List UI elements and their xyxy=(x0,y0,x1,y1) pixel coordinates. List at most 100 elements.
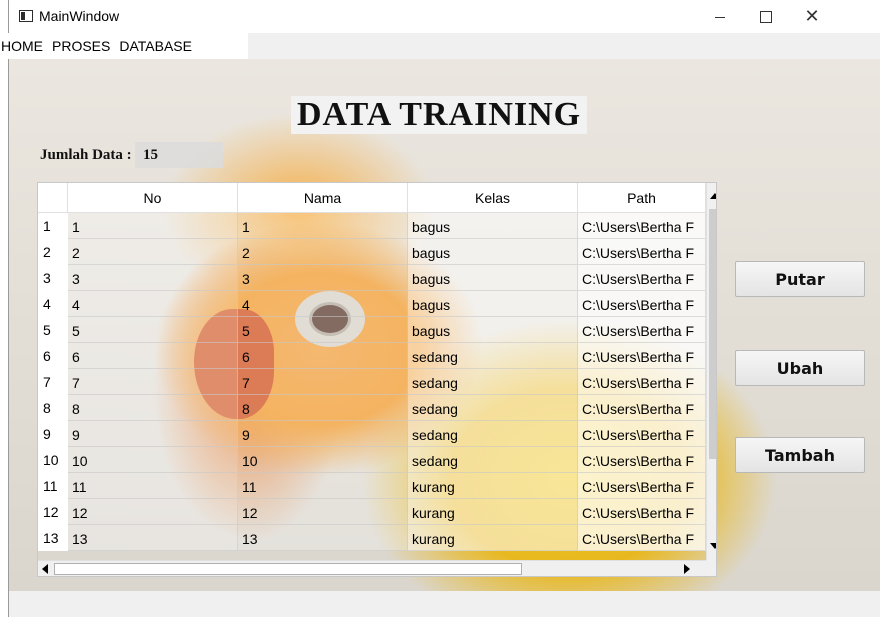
table-cell-no[interactable]: 6 xyxy=(68,343,238,369)
scroll-down-icon[interactable] xyxy=(710,543,716,549)
main-content: DATA TRAINING Jumlah Data : 15 No Nama Kel… xyxy=(9,59,880,591)
row-header[interactable]: 1 xyxy=(38,213,68,239)
scroll-up-icon[interactable] xyxy=(710,193,716,199)
table-cell-no[interactable]: 2 xyxy=(68,239,238,265)
row-header[interactable]: 13 xyxy=(38,525,68,551)
scroll-right-icon[interactable] xyxy=(684,564,690,574)
table-cell-no[interactable]: 9 xyxy=(68,421,238,447)
table-cell-path[interactable]: C:\Users\Bertha F xyxy=(578,265,706,291)
close-icon: ✕ xyxy=(804,6,820,27)
row-header[interactable]: 5 xyxy=(38,317,68,343)
table-cell-path[interactable]: C:\Users\Bertha F xyxy=(578,317,706,343)
table-cell-nama[interactable]: 4 xyxy=(238,291,408,317)
table-cell-path[interactable]: C:\Users\Bertha F xyxy=(578,447,706,473)
row-header[interactable]: 8 xyxy=(38,395,68,421)
column-header-kelas[interactable]: Kelas xyxy=(408,183,578,213)
table-cell-no[interactable]: 7 xyxy=(68,369,238,395)
table-cell-kelas[interactable]: sedang xyxy=(408,447,578,473)
menu-bar: HOME PROSES DATABASE xyxy=(1,33,248,59)
table-cell-nama[interactable]: 2 xyxy=(238,239,408,265)
table-cell-path[interactable]: C:\Users\Bertha F xyxy=(578,395,706,421)
row-header[interactable]: 3 xyxy=(38,265,68,291)
data-count-value: 15 xyxy=(135,142,223,168)
table-cell-no[interactable]: 4 xyxy=(68,291,238,317)
table-cell-no[interactable]: 13 xyxy=(68,525,238,551)
table-cell-path[interactable]: C:\Users\Bertha F xyxy=(578,213,706,239)
horizontal-scrollbar[interactable] xyxy=(38,560,706,576)
table-cell-kelas[interactable]: kurang xyxy=(408,525,578,551)
table-cell-path[interactable]: C:\Users\Bertha F xyxy=(578,291,706,317)
table-cell-path[interactable]: C:\Users\Bertha F xyxy=(578,421,706,447)
scroll-left-icon[interactable] xyxy=(42,564,48,574)
row-header[interactable]: 10 xyxy=(38,447,68,473)
table-cell-kelas[interactable]: sedang xyxy=(408,421,578,447)
table-cell-nama[interactable]: 7 xyxy=(238,369,408,395)
table-cell-no[interactable]: 12 xyxy=(68,499,238,525)
table-cell-path[interactable]: C:\Users\Bertha F xyxy=(578,499,706,525)
table-cell-kelas[interactable]: bagus xyxy=(408,213,578,239)
minimize-button[interactable] xyxy=(697,0,743,33)
row-header[interactable]: 7 xyxy=(38,369,68,395)
table-cell-path[interactable]: C:\Users\Bertha F xyxy=(578,473,706,499)
menu-item-proses[interactable]: PROSES xyxy=(52,38,110,54)
status-strip xyxy=(9,591,880,617)
table-cell-no[interactable]: 11 xyxy=(68,473,238,499)
column-header-nama[interactable]: Nama xyxy=(238,183,408,213)
close-button[interactable]: ✕ xyxy=(789,0,835,33)
menu-item-database[interactable]: DATABASE xyxy=(119,38,192,54)
table-cell-nama[interactable]: 12 xyxy=(238,499,408,525)
table-cell-kelas[interactable]: kurang xyxy=(408,499,578,525)
table-cell-path[interactable]: C:\Users\Bertha F xyxy=(578,525,706,551)
table-cell-path[interactable]: C:\Users\Bertha F xyxy=(578,343,706,369)
row-header[interactable]: 6 xyxy=(38,343,68,369)
table-cell-kelas[interactable]: bagus xyxy=(408,239,578,265)
vertical-scrollbar[interactable] xyxy=(706,183,716,560)
data-table[interactable]: No Nama Kelas Path 1 1 1 bagus C:\Users\Bertha F… xyxy=(37,182,717,577)
page-title: DATA TRAINING xyxy=(291,96,588,134)
title-bar[interactable]: MainWindow ✕ xyxy=(9,0,880,33)
table-cell-no[interactable]: 10 xyxy=(68,447,238,473)
table-cell-nama[interactable]: 9 xyxy=(238,421,408,447)
ubah-button[interactable]: Ubah xyxy=(735,350,865,386)
table-cell-kelas[interactable]: bagus xyxy=(408,291,578,317)
maximize-button[interactable] xyxy=(743,0,789,33)
table-cell-kelas[interactable]: sedang xyxy=(408,369,578,395)
row-header[interactable]: 2 xyxy=(38,239,68,265)
table-cell-nama[interactable]: 8 xyxy=(238,395,408,421)
table-cell-kelas[interactable]: bagus xyxy=(408,317,578,343)
table-cell-nama[interactable]: 3 xyxy=(238,265,408,291)
row-header[interactable]: 4 xyxy=(38,291,68,317)
table-cell-no[interactable]: 3 xyxy=(68,265,238,291)
table-cell-nama[interactable]: 11 xyxy=(238,473,408,499)
main-window: MainWindow ✕ HOME PROSES DATABASE DATA T… xyxy=(1,0,880,617)
row-header[interactable]: 12 xyxy=(38,499,68,525)
table-cell-kelas[interactable]: bagus xyxy=(408,265,578,291)
horizontal-scroll-thumb[interactable] xyxy=(54,563,522,575)
table-cell-kelas[interactable]: sedang xyxy=(408,343,578,369)
scrollbar-corner xyxy=(706,560,716,576)
table-cell-nama[interactable]: 5 xyxy=(238,317,408,343)
table-cell-path[interactable]: C:\Users\Bertha F xyxy=(578,369,706,395)
column-header-path[interactable]: Path xyxy=(578,183,706,213)
table-cell-kelas[interactable]: kurang xyxy=(408,473,578,499)
menu-item-home[interactable]: HOME xyxy=(1,38,43,54)
tambah-button[interactable]: Tambah xyxy=(735,437,865,473)
app-window-icon xyxy=(19,10,33,22)
row-header[interactable]: 11 xyxy=(38,473,68,499)
table-cell-path[interactable]: C:\Users\Bertha F xyxy=(578,239,706,265)
window-title: MainWindow xyxy=(39,8,120,24)
table-cell-nama[interactable]: 13 xyxy=(238,525,408,551)
table-corner[interactable] xyxy=(38,183,68,213)
table-cell-nama[interactable]: 10 xyxy=(238,447,408,473)
minimize-icon xyxy=(715,17,725,18)
table-cell-no[interactable]: 5 xyxy=(68,317,238,343)
putar-button[interactable]: Putar xyxy=(735,261,865,297)
table-cell-no[interactable]: 1 xyxy=(68,213,238,239)
table-cell-no[interactable]: 8 xyxy=(68,395,238,421)
table-cell-nama[interactable]: 6 xyxy=(238,343,408,369)
column-header-no[interactable]: No xyxy=(68,183,238,213)
vertical-scroll-thumb[interactable] xyxy=(709,209,716,459)
table-cell-nama[interactable]: 1 xyxy=(238,213,408,239)
table-cell-kelas[interactable]: sedang xyxy=(408,395,578,421)
row-header[interactable]: 9 xyxy=(38,421,68,447)
